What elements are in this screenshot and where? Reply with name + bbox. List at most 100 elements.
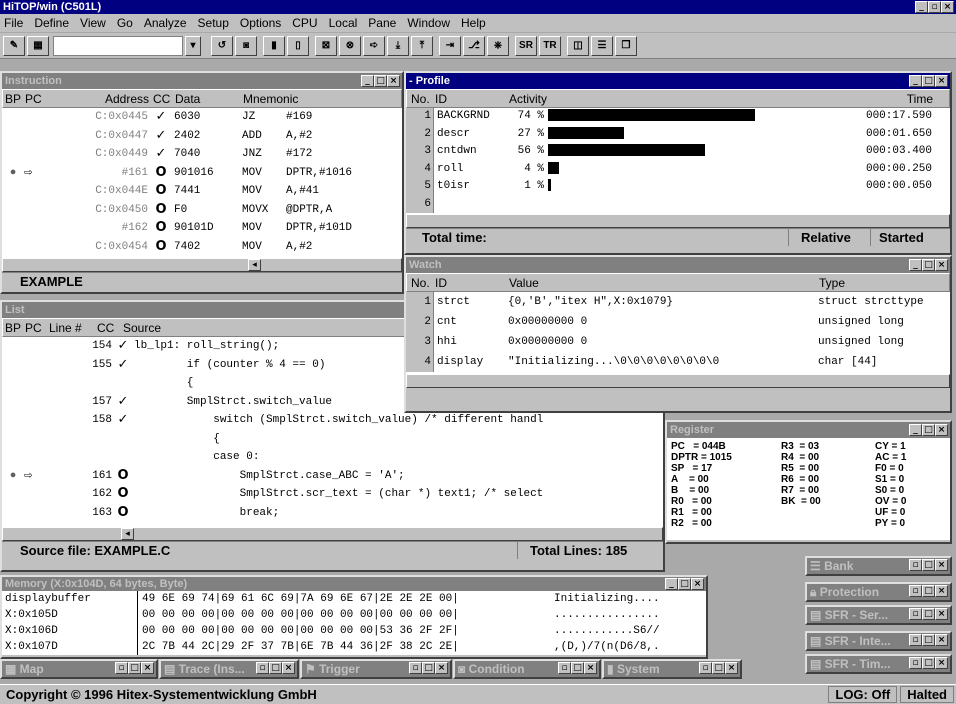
restore-button[interactable]: ▫ [928,1,941,13]
menu-view[interactable]: View [80,14,106,32]
register-value[interactable]: R7 = 00 [781,485,875,496]
profile-row[interactable]: 2 descr 27 % 000:01.650 [406,125,950,143]
break-icon[interactable]: ⊠ [315,35,337,56]
restore-button[interactable]: ▫ [699,662,712,674]
minimize-button[interactable]: _ [909,259,922,271]
maximize-button[interactable]: □ [922,259,935,271]
register-value[interactable]: AC = 1 [875,452,906,463]
close-button[interactable]: × [935,608,948,620]
close-button[interactable]: × [691,578,704,590]
menu-analyze[interactable]: Analyze [144,14,187,32]
menu-window[interactable]: Window [407,14,450,32]
protection-window[interactable]: 🔒︎ Protection ▫ □ × [805,582,952,602]
register-value[interactable]: A = 00 [671,474,781,485]
maximize-button[interactable]: □ [712,662,725,674]
memory-row[interactable]: X:0x106D 00 00 00 00|00 00 00 00|00 00 00… [2,623,706,639]
profile-row[interactable]: 3 cntdwn 56 % 000:03.400 [406,143,950,161]
menu-go[interactable]: Go [117,14,133,32]
tile-horizontal-icon[interactable]: ☰ [591,35,613,56]
breakpoint-icon[interactable] [2,337,24,356]
memory-row[interactable]: X:0x105D 00 00 00 00|00 00 00 00|00 00 00… [2,607,706,623]
col-address[interactable]: Address [49,90,149,107]
minimize-button[interactable]: _ [909,424,922,436]
breakpoint-icon[interactable] [2,182,24,201]
breakpoint-icon[interactable] [2,374,24,393]
profile-row[interactable]: 4 roll 4 % 000:00.250 [406,160,950,178]
profile-row[interactable]: 1 BACKGRND 74 % 000:17.590 [406,108,950,126]
register-value[interactable]: CY = 1 [875,441,906,452]
cascade-icon[interactable]: ❐ [615,35,637,56]
col-cc[interactable]: CC [97,319,123,336]
col-cc[interactable]: CC [149,90,175,107]
register-value[interactable]: B = 00 [671,485,781,496]
instruction-row[interactable]: C:0x0445 ✓ 6030 JZ #169 [2,108,402,127]
minimize-button[interactable]: _ [665,578,678,590]
memory-dump[interactable]: displaybuffer 49 6E 69 74|69 61 6C 69|7A … [2,591,706,655]
register-value[interactable]: R2 = 00 [671,518,781,529]
maximize-button[interactable]: □ [269,662,282,674]
close-button[interactable]: × [387,75,400,87]
sr-button[interactable]: SR [515,35,537,56]
close-button[interactable]: × [141,662,154,674]
scroll-left-icon[interactable]: ◂ [121,528,134,540]
close-button[interactable]: × [935,634,948,646]
instruction-row[interactable]: C:0x0450 O F0 MOVX @DPTR,A [2,201,402,220]
register-value[interactable]: R5 = 00 [781,463,875,474]
breakpoint-icon[interactable] [2,356,24,375]
col-bp[interactable]: BP [3,319,25,336]
profile-hscroll[interactable] [406,214,950,228]
col-type[interactable]: Type [819,274,949,291]
breakpoint-icon[interactable] [2,145,24,164]
breakpoint-icon[interactable]: ● [2,467,24,486]
minimize-button[interactable]: _ [909,75,922,87]
menu-cpu[interactable]: CPU [292,14,317,32]
breakpoint-icon[interactable] [2,201,24,220]
maximize-button[interactable]: □ [922,559,935,571]
maximize-button[interactable]: □ [571,662,584,674]
close-button[interactable]: × [725,662,738,674]
col-activity[interactable]: Activity [509,90,819,107]
menu-local[interactable]: Local [329,14,358,32]
source-row[interactable]: { [2,430,663,449]
breakpoint-icon[interactable] [2,238,24,257]
restore-button[interactable]: ▫ [409,662,422,674]
close-button[interactable]: × [935,657,948,669]
list-hscroll[interactable]: ◂ [2,527,663,541]
memory-row[interactable]: X:0x107D 2C 7B 44 2C|29 2F 37 7B|6E 7B 44… [2,639,706,655]
maximize-button[interactable]: □ [374,75,387,87]
col-value[interactable]: Value [509,274,819,291]
source-row[interactable]: 163 O break; [2,504,663,523]
step-icon[interactable]: ▮ [263,35,285,56]
breakpoint-icon[interactable] [2,108,24,127]
maximize-button[interactable]: □ [922,608,935,620]
maximize-button[interactable]: □ [922,657,935,669]
close-button[interactable]: × [435,662,448,674]
register-value[interactable]: OV = 0 [875,496,906,507]
reset-icon[interactable]: ↺ [211,35,233,56]
maximize-button[interactable]: □ [922,424,935,436]
register-value[interactable]: BK = 00 [781,496,875,507]
register-value[interactable]: PY = 0 [875,518,906,529]
profile-list[interactable]: 1 BACKGRND 74 % 000:17.590 2 descr 27 % 000:01.… [406,108,950,214]
col-pc[interactable]: PC [25,90,49,107]
link-icon[interactable]: ⎇ [463,35,485,56]
close-button[interactable]: × [935,585,948,597]
profile-row[interactable]: 6 [406,195,950,213]
chevron-down-icon[interactable]: ▾ [185,35,201,56]
maximize-button[interactable]: □ [128,662,141,674]
source-row[interactable]: 158 ✓ switch (SmplStrct.switch_value) /* … [2,411,663,430]
col-no[interactable]: No. [407,90,435,107]
watch-hscroll[interactable] [406,374,950,388]
col-pc[interactable]: PC [25,319,49,336]
col-id[interactable]: ID [435,90,509,107]
close-button[interactable]: × [282,662,295,674]
break-clear-icon[interactable]: ⊗ [339,35,361,56]
breakpoint-icon[interactable] [2,448,24,467]
register-value[interactable]: F0 = 0 [875,463,906,474]
restore-button[interactable]: ▫ [909,585,922,597]
minimize-button[interactable]: _ [915,1,928,13]
col-id[interactable]: ID [435,274,509,291]
breakpoint-icon[interactable]: ● [2,164,24,183]
watch-row[interactable]: 2 cnt 0x00000000 0 unsigned long [406,312,950,332]
tile-vertical-icon[interactable]: ◫ [567,35,589,56]
